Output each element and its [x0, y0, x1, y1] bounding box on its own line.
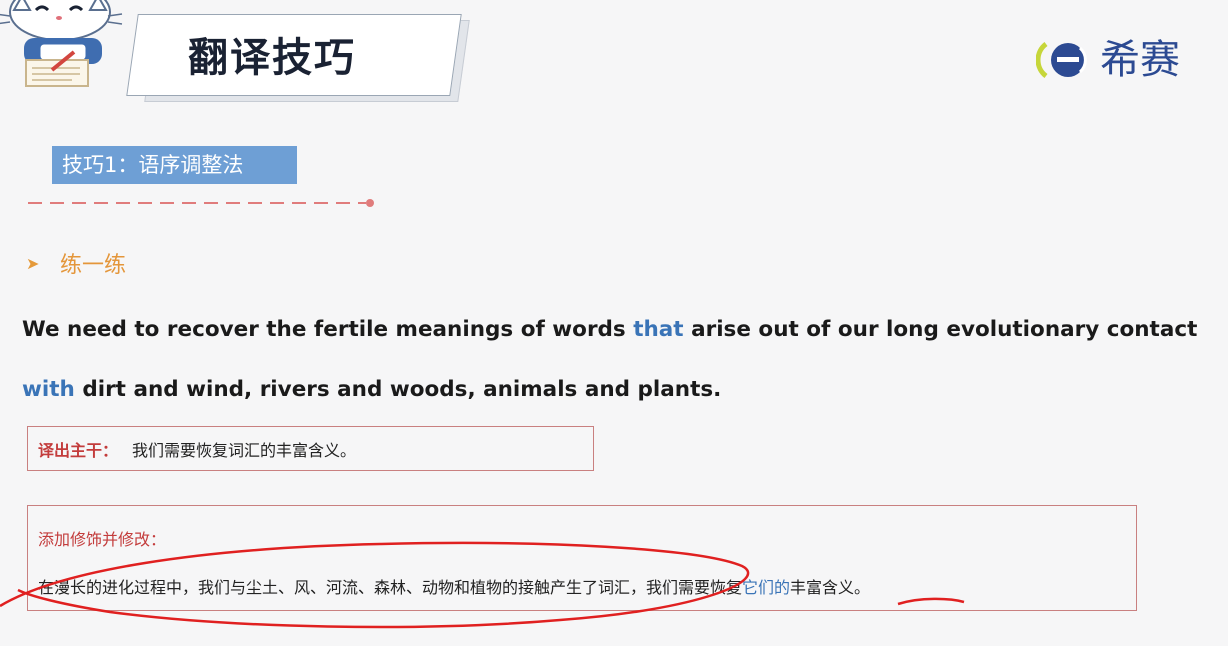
mascot-cat-icon [0, 0, 123, 87]
sentence-highlight-that: that [633, 317, 684, 342]
brand-name: 希赛 [1100, 37, 1180, 83]
english-sentence: We need to recover the fertile meanings … [22, 300, 1217, 420]
brand-e-icon [1036, 42, 1087, 78]
technique-tag: 技巧1：语序调整法 [52, 146, 297, 184]
sentence-part-3: dirt and wind, rivers and woods, animals… [74, 377, 722, 402]
arrow-bullet-icon: ➤ [26, 253, 40, 273]
sentence-part-2: arise out of our long evolutionary conta… [683, 317, 1198, 342]
main-clause-label: 译出主干： [38, 440, 119, 460]
brand-logo: 希赛 [1036, 36, 1180, 84]
page-title: 翻译技巧 [188, 35, 356, 81]
translation-highlight: 它们的 [742, 578, 791, 597]
main-clause-box: 译出主干： 我们需要恢复词汇的丰富含义。 [27, 426, 594, 471]
translation-before: 在漫长的进化过程中，我们与尘土、风、河流、森林、动物和植物的接触产生了词汇，我们… [38, 578, 743, 597]
practice-label: 练一练 [60, 253, 127, 278]
sentence-highlight-with: with [22, 377, 75, 402]
modified-translation-box: 添加修饰并修改： 在漫长的进化过程中，我们与尘土、风、河流、森林、动物和植物的接… [27, 505, 1137, 611]
sentence-part-1: We need to recover the fertile meanings … [22, 317, 634, 342]
dashed-divider [28, 199, 374, 207]
main-clause-text: 我们需要恢复词汇的丰富含义。 [132, 440, 357, 460]
practice-heading: ➤ 练一练 [26, 246, 126, 280]
translation-after: 丰富含义。 [790, 578, 871, 597]
modified-translation-label: 添加修饰并修改： [38, 530, 167, 549]
modified-translation-text: 在漫长的进化过程中，我们与尘土、风、河流、森林、动物和植物的接触产生了词汇，我们… [38, 574, 870, 598]
